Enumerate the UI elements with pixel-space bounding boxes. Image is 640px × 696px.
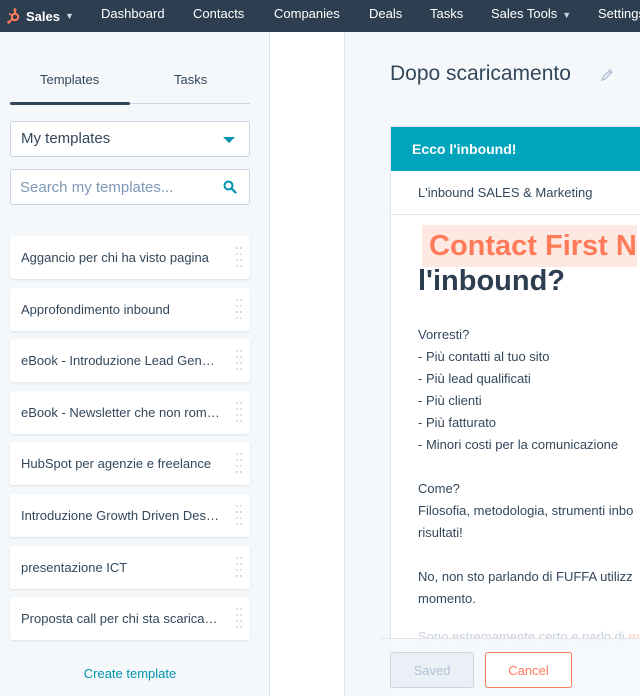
- divider-column: [270, 32, 345, 696]
- body-line: risultati!: [418, 525, 463, 540]
- email-subject[interactable]: Ecco l'inbound!: [391, 127, 640, 171]
- email-headline: l'inbound?: [418, 265, 566, 297]
- saved-button[interactable]: Saved: [390, 652, 474, 688]
- template-item[interactable]: Introduzione Growth Driven Design: [10, 493, 250, 537]
- cancel-button[interactable]: Cancel: [485, 652, 572, 688]
- template-title: Dopo scaricamento: [390, 62, 571, 85]
- chevron-down-icon: ▼: [562, 10, 572, 20]
- pencil-icon[interactable]: [600, 68, 614, 82]
- top-nav: Sales ▼ Dashboard Contacts Companies Dea…: [0, 0, 640, 32]
- body-line: momento.: [418, 591, 476, 606]
- search-icon[interactable]: [223, 180, 237, 194]
- body-line: - Più clienti: [418, 393, 482, 408]
- body-line: - Minori costi per la comunicazione: [418, 437, 619, 452]
- nav-sales-tools[interactable]: Sales Tools ▼: [491, 0, 571, 32]
- template-item-label: eBook - Newsletter che non rompono: [21, 404, 221, 420]
- template-item[interactable]: Proposta call per chi sta scaricando: [10, 597, 250, 641]
- template-item[interactable]: presentazione ICT: [10, 545, 250, 589]
- drag-handle-icon[interactable]: [236, 556, 242, 577]
- brand-label: Sales: [26, 8, 60, 24]
- drag-handle-icon[interactable]: [236, 298, 242, 319]
- template-item-label: eBook - Introduzione Lead Generation: [21, 353, 221, 369]
- template-item[interactable]: HubSpot per agenzie e freelance: [10, 442, 250, 486]
- template-filter-value: My templates: [21, 130, 111, 147]
- nav-settings[interactable]: Settings: [598, 0, 640, 32]
- email-preview: Ecco l'inbound! L'inbound SALES & Market…: [390, 126, 640, 696]
- body-line: Filosofia, metodologia, strumenti inbo: [418, 503, 634, 518]
- template-filter-dropdown[interactable]: My templates: [10, 121, 250, 157]
- body-line: [418, 456, 633, 478]
- body-line: Vorresti?: [418, 327, 470, 342]
- body-line: - Più fatturato: [418, 415, 497, 430]
- brand-menu[interactable]: Sales ▼: [6, 0, 74, 32]
- template-search: [10, 169, 250, 205]
- nav-dashboard[interactable]: Dashboard: [101, 0, 165, 32]
- template-item-label: presentazione ICT: [21, 559, 128, 575]
- search-input[interactable]: [11, 170, 211, 204]
- sidebar-tabs: Templates Tasks: [10, 62, 250, 105]
- nav-companies[interactable]: Companies: [274, 0, 340, 32]
- template-item[interactable]: eBook - Newsletter che non rompono: [10, 390, 250, 434]
- template-item[interactable]: Aggancio per chi ha visto pagina: [10, 236, 250, 279]
- template-list: Aggancio per chi ha visto pagina Approfo…: [10, 236, 250, 649]
- nav-sales-tools-label: Sales Tools: [491, 6, 558, 21]
- template-item-label: Aggancio per chi ha visto pagina: [21, 250, 209, 265]
- body-line: [418, 544, 633, 566]
- template-item-label: Introduzione Growth Driven Design: [21, 507, 221, 523]
- body-line: No, non sto parlando di FUFFA utilizz: [418, 569, 633, 584]
- template-item-label: Approfondimento inbound: [21, 301, 170, 317]
- email-body[interactable]: Vorresti? - Più contatti al tuo sito - P…: [418, 324, 633, 610]
- editor-footer: Saved Cancel: [380, 638, 640, 696]
- drag-handle-icon[interactable]: [236, 608, 242, 629]
- drag-handle-icon[interactable]: [236, 350, 242, 371]
- create-template-link[interactable]: Create template: [0, 666, 260, 681]
- drag-handle-icon[interactable]: [236, 247, 242, 267]
- personalization-token[interactable]: Contact First N: [422, 225, 637, 267]
- tab-tasks[interactable]: Tasks: [174, 72, 207, 87]
- drag-handle-icon[interactable]: [236, 401, 242, 422]
- drag-handle-icon[interactable]: [236, 504, 242, 525]
- template-item-label: Proposta call per chi sta scaricando: [21, 611, 221, 627]
- template-item-label: HubSpot per agenzie e freelance: [21, 456, 212, 472]
- template-editor: Dopo scaricamento Ecco l'inbound! L'inbo…: [345, 32, 640, 696]
- nav-deals[interactable]: Deals: [369, 0, 402, 32]
- chevron-down-icon: ▼: [64, 11, 74, 21]
- sprocket-icon: [7, 8, 20, 24]
- body-line: - Più contatti al tuo sito: [418, 349, 550, 364]
- template-item[interactable]: eBook - Introduzione Lead Generation: [10, 339, 250, 383]
- drag-handle-icon[interactable]: [236, 453, 242, 474]
- active-tab-indicator: [10, 102, 130, 105]
- templates-sidebar: Templates Tasks My templates Aggancio pe…: [0, 32, 270, 696]
- body-line: Come?: [418, 481, 460, 496]
- caret-down-icon: [223, 137, 235, 143]
- template-item[interactable]: Approfondimento inbound: [10, 287, 250, 331]
- tab-templates[interactable]: Templates: [40, 72, 99, 87]
- email-preview-text[interactable]: L'inbound SALES & Marketing: [391, 171, 640, 215]
- nav-contacts[interactable]: Contacts: [193, 0, 244, 32]
- body-line: - Più lead qualificati: [418, 371, 531, 386]
- nav-tasks[interactable]: Tasks: [430, 0, 463, 32]
